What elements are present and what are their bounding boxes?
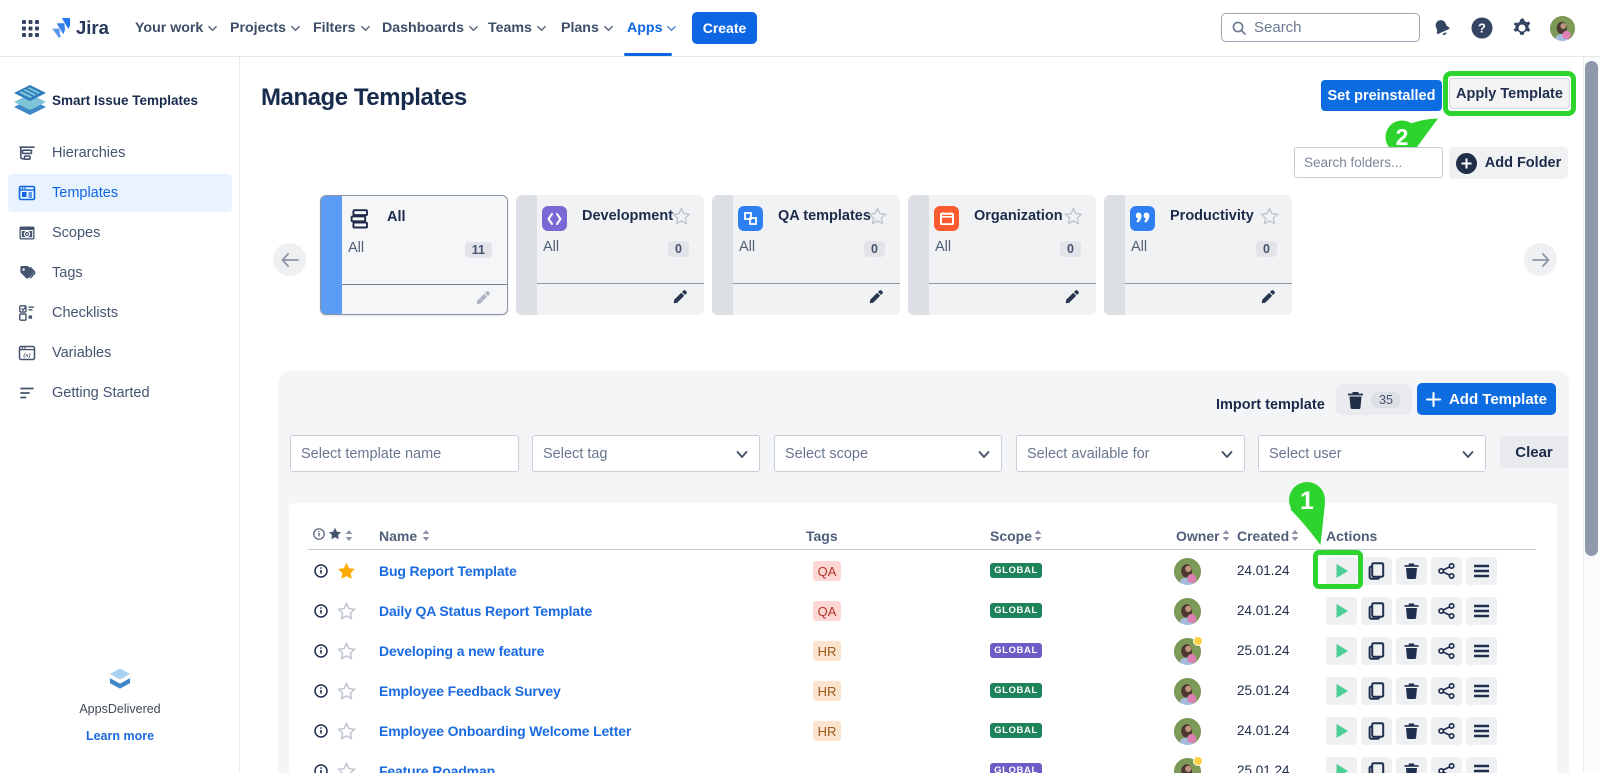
svg-text:(x): (x) — [23, 352, 30, 359]
svg-text:1: 1 — [1300, 487, 1314, 515]
svg-text:?: ? — [1478, 20, 1486, 35]
